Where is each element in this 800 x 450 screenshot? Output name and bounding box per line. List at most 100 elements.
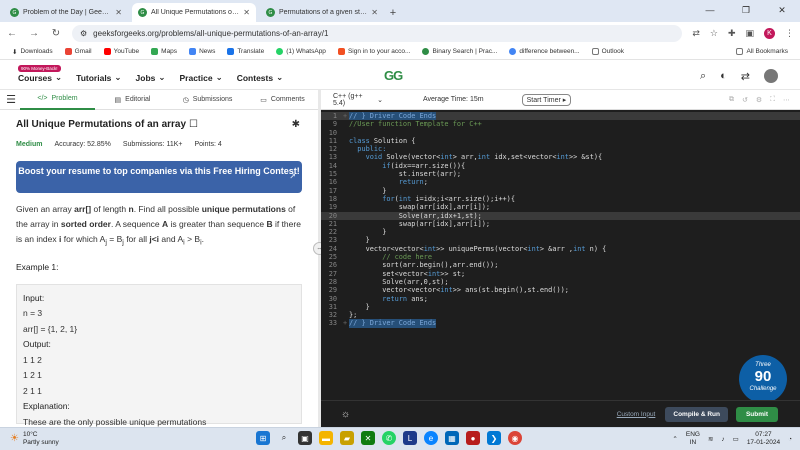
code-line[interactable]: 23 } bbox=[321, 236, 800, 244]
forward-arrow-icon[interactable]: → bbox=[28, 28, 40, 39]
nav-contests[interactable]: Contests ⌄ bbox=[237, 72, 284, 83]
tab-editorial[interactable]: ▤ Editorial bbox=[95, 90, 170, 110]
dark-mode-icon[interactable]: ◐ bbox=[720, 70, 727, 82]
code-line[interactable]: 10 bbox=[321, 129, 800, 137]
store-icon[interactable]: ▦ bbox=[445, 431, 459, 445]
code-line[interactable]: 22 } bbox=[321, 228, 800, 236]
code-line[interactable]: 32}; bbox=[321, 311, 800, 319]
code-line[interactable]: 19 swap(arr[idx],arr[i]); bbox=[321, 203, 800, 211]
extensions-icon[interactable]: ✚ bbox=[728, 28, 736, 39]
profile-avatar[interactable]: K bbox=[764, 27, 775, 39]
code-line[interactable]: 13 void Solve(vector< int > arr, int idx,se… bbox=[321, 153, 800, 161]
vscode-icon[interactable]: ❯ bbox=[487, 431, 501, 445]
file-explorer-icon[interactable]: ▬ bbox=[319, 431, 333, 445]
bookmark-translate[interactable]: Translate bbox=[227, 48, 264, 55]
tab-comments[interactable]: ▭ Comments bbox=[245, 90, 320, 110]
reload-icon[interactable]: ↻ bbox=[50, 28, 62, 39]
browser-tab-0[interactable]: G Problem of the Day | GeeksforGeeks ✕ bbox=[4, 3, 128, 22]
nav-jobs[interactable]: Jobs ⌄ bbox=[136, 72, 166, 83]
hamburger-menu-icon[interactable]: ☰ bbox=[2, 93, 20, 106]
code-line[interactable]: 28 Solve(arr,0,st); bbox=[321, 278, 800, 286]
whatsapp-icon[interactable]: ✆ bbox=[382, 431, 396, 445]
folder-icon[interactable]: ▰ bbox=[340, 431, 354, 445]
maximize-button[interactable]: ❐ bbox=[728, 0, 764, 20]
code-line[interactable]: 1 +// } Driver Code Ends bbox=[321, 112, 800, 121]
code-line[interactable]: 18 for(int i=idx;i<arr.size();i++){ bbox=[321, 195, 800, 203]
all-bookmarks[interactable]: All Bookmarks bbox=[736, 48, 788, 55]
compile-run-button[interactable]: Compile & Run bbox=[665, 406, 728, 422]
fullscreen-icon[interactable]: ⛶ bbox=[770, 96, 775, 104]
media-icon[interactable]: ● bbox=[466, 431, 480, 445]
url-input[interactable]: ⚙ geeksforgeeks.org/problems/all-unique-… bbox=[72, 24, 683, 42]
bookmark-downloads[interactable]: ⬇ Downloads bbox=[12, 48, 53, 56]
bookmark-difference[interactable]: difference between... bbox=[509, 48, 580, 55]
bookmark-signin[interactable]: Sign in to your acco... bbox=[337, 48, 410, 55]
code-line[interactable]: 15 st.insert(arr); bbox=[321, 170, 800, 178]
copy-icon[interactable]: ⧉ bbox=[729, 96, 734, 104]
tab-submissions[interactable]: ◷ Submissions bbox=[170, 90, 245, 110]
nav-tutorials[interactable]: Tutorials ⌄ bbox=[76, 72, 121, 83]
code-line[interactable]: 20 Solve(arr,idx+1,st); bbox=[321, 211, 800, 220]
more-icon[interactable]: ⋯ bbox=[783, 96, 790, 104]
minimize-button[interactable]: — bbox=[692, 0, 728, 20]
search-icon[interactable]: ⌕ bbox=[700, 70, 706, 83]
site-info-icon[interactable]: ⚙ bbox=[80, 29, 87, 38]
tab-close-icon[interactable]: ✕ bbox=[371, 8, 378, 17]
bookmark-maps[interactable]: Maps bbox=[151, 48, 177, 55]
translate-icon[interactable]: ⇄ bbox=[741, 70, 750, 83]
clock[interactable]: 07:27 17-01-2024 bbox=[747, 431, 780, 447]
code-line[interactable]: 17 } bbox=[321, 187, 800, 195]
bookmark-news[interactable]: News bbox=[189, 48, 215, 55]
custom-input-link[interactable]: Custom Input bbox=[617, 411, 656, 418]
bookmark-star-icon[interactable]: ☆ bbox=[710, 28, 718, 39]
bookmark-outlook[interactable]: Outlook bbox=[591, 48, 624, 55]
code-line[interactable]: 9 //User function Template for C++ bbox=[321, 120, 800, 128]
bookmark-icon[interactable]: ☐ bbox=[189, 119, 198, 130]
tab-close-icon[interactable]: ✕ bbox=[115, 8, 122, 17]
xbox-icon[interactable]: ✕ bbox=[361, 431, 375, 445]
tab-problem[interactable]: </> Problem bbox=[20, 90, 95, 110]
code-line[interactable]: 12 public: bbox=[321, 145, 800, 153]
language-select[interactable]: C++ (g++ 5.4) ⌄ bbox=[333, 93, 383, 107]
submit-button[interactable]: Submit bbox=[735, 406, 778, 422]
settings-icon[interactable]: ⚙ bbox=[756, 96, 762, 104]
chrome-icon[interactable]: ◉ bbox=[508, 431, 522, 445]
new-tab-button[interactable]: + bbox=[384, 3, 402, 22]
language-indicator[interactable]: ENG IN bbox=[686, 431, 700, 447]
bookmark-youtube[interactable]: YouTube bbox=[103, 48, 139, 55]
back-arrow-icon[interactable]: ← bbox=[6, 28, 18, 39]
browser-tab-2[interactable]: G Permutations of a given string ✕ bbox=[260, 3, 384, 22]
code-line[interactable]: 11 class Solution { bbox=[321, 137, 800, 145]
search-icon[interactable]: ⌕ bbox=[277, 431, 291, 445]
notification-icon[interactable]: ◔ bbox=[788, 436, 792, 443]
code-line[interactable]: 31 } bbox=[321, 303, 800, 311]
volume-icon[interactable]: ♪ bbox=[721, 436, 724, 443]
code-editor[interactable]: 1 +// } Driver Code Ends 9 //User function … bbox=[321, 110, 800, 400]
nav-courses[interactable]: Courses ⌄ bbox=[18, 72, 62, 83]
weather-widget[interactable]: ☀ 10°C Partly sunny bbox=[10, 431, 59, 447]
code-line[interactable]: 27 set<vector< int >> st; bbox=[321, 270, 800, 278]
fold-marker-icon[interactable] bbox=[343, 129, 349, 137]
code-lines[interactable]: 1 +// } Driver Code Ends 9 //User function … bbox=[321, 112, 800, 328]
app-l-icon[interactable]: L bbox=[403, 431, 417, 445]
windows-start-icon[interactable]: ⊞ bbox=[256, 431, 270, 445]
browser-menu-icon[interactable]: ⋮ bbox=[785, 28, 794, 39]
code-line[interactable]: 26 sort(arr.begin(),arr.end()); bbox=[321, 261, 800, 269]
chevron-up-icon[interactable]: ⌃ bbox=[672, 435, 677, 443]
browser-tab-1[interactable]: G All Unique Permutations of an array ✕ bbox=[132, 3, 256, 22]
gfg-logo[interactable]: GG bbox=[384, 68, 403, 83]
code-line[interactable]: 33 +// } Driver Code Ends bbox=[321, 319, 800, 328]
code-line[interactable]: 21 swap(arr[idx],arr[i]); bbox=[321, 220, 800, 228]
task-view-icon[interactable]: ▣ bbox=[298, 431, 312, 445]
code-line[interactable]: 16 return; bbox=[321, 178, 800, 186]
wifi-icon[interactable]: ≋ bbox=[708, 435, 713, 443]
bookmark-gmail[interactable]: Gmail bbox=[64, 48, 92, 55]
start-timer-button[interactable]: Start Timer ▸ bbox=[521, 93, 572, 106]
theme-toggle-icon[interactable]: ☼ bbox=[341, 409, 350, 420]
code-line[interactable]: 29 vector<vector< int >> ans(st.begin(),st… bbox=[321, 286, 800, 294]
user-avatar[interactable] bbox=[764, 69, 778, 83]
code-line[interactable]: 30 return ans; bbox=[321, 295, 800, 303]
bookmark-binary-search[interactable]: Binary Search | Prac... bbox=[422, 48, 497, 55]
sidepanel-icon[interactable]: ▣ bbox=[745, 28, 754, 39]
battery-icon[interactable]: ▭ bbox=[733, 435, 739, 443]
